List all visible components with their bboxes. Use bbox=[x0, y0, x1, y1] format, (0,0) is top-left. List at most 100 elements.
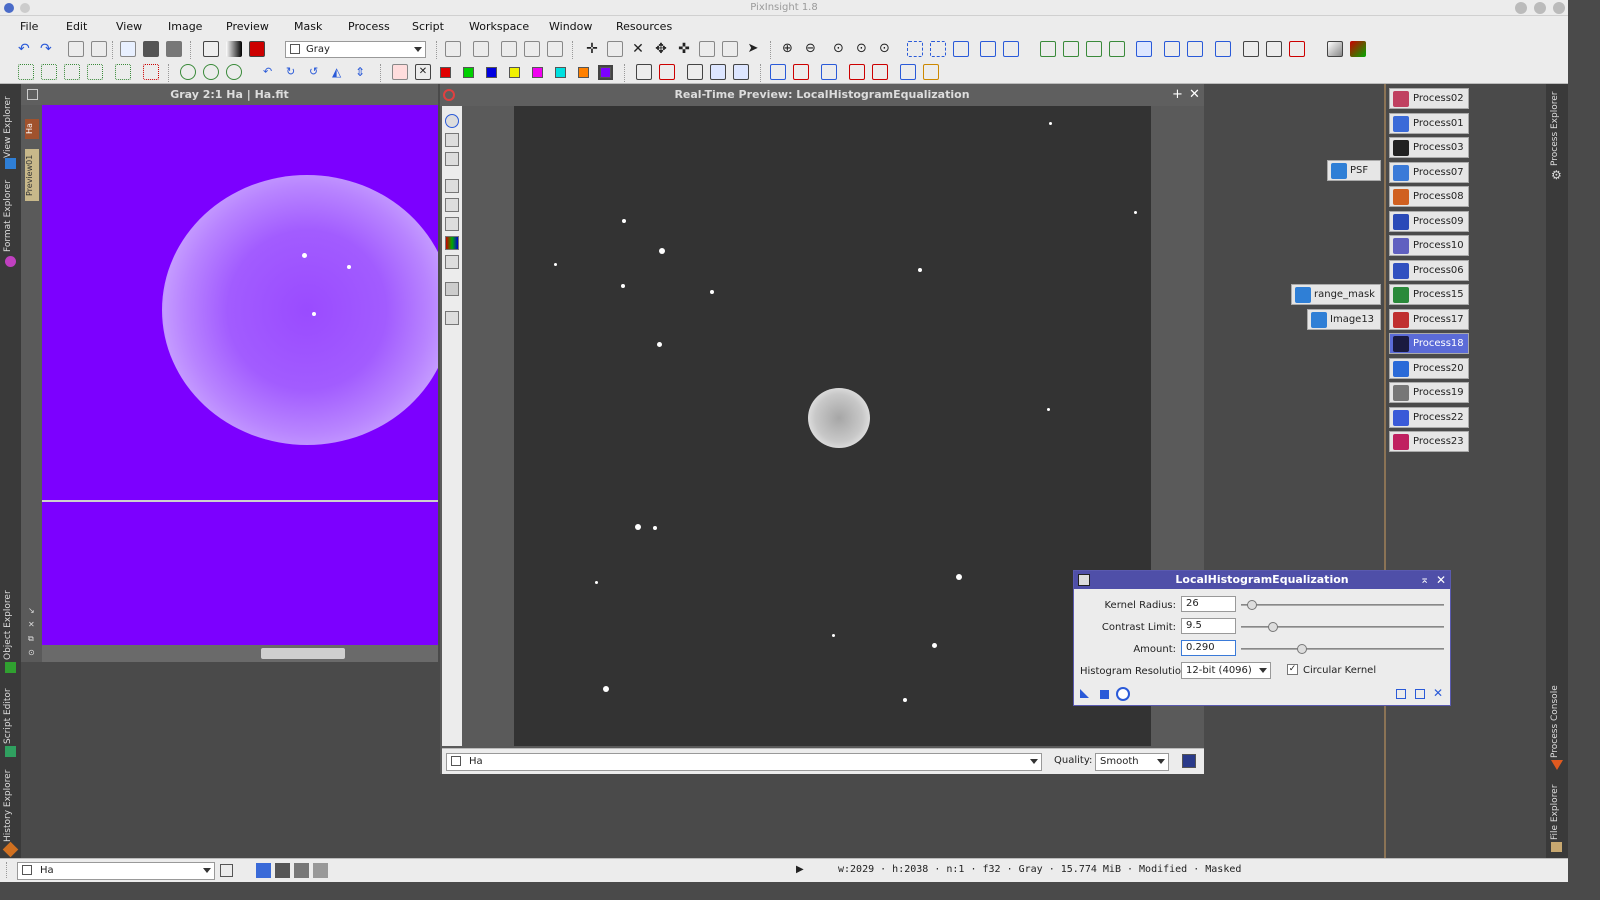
process-icon[interactable]: Process07 bbox=[1389, 161, 1469, 183]
tab-process-explorer[interactable]: Process Explorer bbox=[1550, 90, 1560, 166]
mask-2-icon[interactable] bbox=[710, 64, 726, 80]
tab-view-explorer[interactable]: View Explorer bbox=[3, 90, 18, 158]
process-icon[interactable]: Process18 bbox=[1389, 333, 1469, 354]
move-icon[interactable]: ✥ bbox=[653, 41, 669, 57]
process-icon[interactable]: Process10 bbox=[1389, 235, 1469, 256]
process-11-icon[interactable] bbox=[1289, 41, 1305, 57]
screen-4-icon[interactable] bbox=[849, 64, 865, 80]
fit-icon[interactable]: ✕ bbox=[28, 620, 35, 629]
tile-vertical-icon[interactable] bbox=[1003, 41, 1019, 57]
preview-settings-icon[interactable] bbox=[1182, 754, 1196, 768]
fit-window-icon[interactable] bbox=[907, 41, 923, 57]
menu-process[interactable]: Process bbox=[348, 20, 390, 33]
rotate-3-icon[interactable] bbox=[226, 64, 242, 80]
zoom-1-2-icon[interactable]: ⊙ bbox=[856, 41, 872, 57]
geom-4-icon[interactable] bbox=[87, 64, 103, 80]
zoom-2-1-icon[interactable]: ⊙ bbox=[879, 41, 895, 57]
menu-window[interactable]: Window bbox=[549, 20, 592, 33]
mask-show-icon[interactable] bbox=[636, 64, 652, 80]
zoom-tool-icon[interactable] bbox=[445, 133, 459, 147]
tile-horizontal-icon[interactable] bbox=[980, 41, 996, 57]
zoom-fit-icon[interactable] bbox=[607, 41, 623, 57]
process-icon[interactable]: Process06 bbox=[1389, 259, 1469, 281]
track-view-icon[interactable] bbox=[1415, 689, 1425, 699]
red-channel-swatch[interactable] bbox=[440, 67, 451, 78]
copy-icon[interactable]: ⧉ bbox=[28, 634, 34, 644]
process-icon[interactable]: Process02 bbox=[1389, 88, 1469, 109]
process-5-icon[interactable] bbox=[1136, 41, 1152, 57]
tab-preview01[interactable]: Preview01 bbox=[25, 149, 39, 201]
geom-3-icon[interactable] bbox=[64, 64, 80, 80]
zoom-out-icon[interactable]: ⊖ bbox=[805, 41, 821, 57]
violet-swatch[interactable] bbox=[598, 65, 613, 80]
scrollbar-thumb[interactable] bbox=[261, 648, 345, 659]
channel-g-icon[interactable] bbox=[445, 198, 459, 212]
apply-global-icon[interactable] bbox=[1100, 690, 1109, 699]
rotate-1-icon[interactable] bbox=[180, 64, 196, 80]
close-icon[interactable]: ✕ bbox=[1436, 573, 1446, 587]
proofing-icon[interactable] bbox=[1350, 41, 1366, 57]
image-window[interactable]: Gray 2:1 Ha | Ha.fit Ha Preview01 ↘ ✕ ⧉ … bbox=[21, 84, 438, 662]
tab-file-explorer[interactable]: File Explorer bbox=[1550, 784, 1560, 840]
preview-image[interactable] bbox=[514, 106, 1151, 746]
channel-b-icon[interactable] bbox=[445, 217, 459, 231]
shade-icon[interactable]: ⌅ bbox=[1420, 573, 1429, 586]
slider-knob[interactable] bbox=[1246, 600, 1257, 610]
rotate-2-icon[interactable] bbox=[203, 64, 219, 80]
preview-toggle-icon[interactable] bbox=[443, 89, 455, 101]
zoom-in-icon[interactable]: ⊕ bbox=[782, 41, 798, 57]
amount-slider[interactable] bbox=[1241, 644, 1444, 654]
view-mode-3-icon[interactable] bbox=[294, 863, 309, 878]
process-icon[interactable]: Process03 bbox=[1389, 137, 1469, 158]
menu-resources[interactable]: Resources bbox=[616, 20, 672, 33]
fit-tool-icon[interactable] bbox=[445, 152, 459, 166]
process-icon[interactable]: Process22 bbox=[1389, 406, 1469, 428]
blue-channel-swatch[interactable] bbox=[486, 67, 497, 78]
mirror-v-icon[interactable]: ⇕ bbox=[355, 64, 371, 80]
auto-stretch-icon[interactable] bbox=[226, 41, 242, 57]
process-icon[interactable]: Process01 bbox=[1389, 112, 1469, 134]
horizontal-scrollbar[interactable] bbox=[42, 645, 438, 662]
rotate-270-icon[interactable]: ↺ bbox=[309, 64, 325, 80]
undo-all-icon[interactable] bbox=[68, 41, 84, 57]
zoom-icon[interactable]: ↘ bbox=[28, 606, 35, 615]
dialog-menu-icon[interactable] bbox=[1078, 574, 1090, 586]
swap-icon[interactable] bbox=[547, 41, 563, 57]
process-icon[interactable]: Process15 bbox=[1389, 284, 1469, 305]
realtime-preview-toggle-icon[interactable] bbox=[1116, 687, 1130, 701]
rotate-90-icon[interactable]: ↶ bbox=[263, 64, 279, 80]
view-mode-4-icon[interactable] bbox=[313, 863, 328, 878]
channel-rgb-icon[interactable] bbox=[445, 236, 459, 250]
screen-1-icon[interactable] bbox=[770, 64, 786, 80]
slider-knob[interactable] bbox=[1268, 622, 1279, 632]
rotate-180-icon[interactable]: ↻ bbox=[286, 64, 302, 80]
quality-combo[interactable]: Smooth bbox=[1095, 753, 1169, 771]
color-manage-icon[interactable] bbox=[1327, 41, 1343, 57]
menu-workspace[interactable]: Workspace bbox=[469, 20, 529, 33]
desktop-icon-psf[interactable]: PSF bbox=[1327, 160, 1381, 181]
rgb-icon[interactable] bbox=[392, 64, 408, 80]
close-icon[interactable]: ✕ bbox=[1189, 87, 1200, 102]
screen-7-icon[interactable] bbox=[923, 64, 939, 80]
tab-format-explorer[interactable]: Format Explorer bbox=[3, 180, 18, 252]
reset-icon[interactable]: ✕ bbox=[1433, 686, 1443, 700]
mirror-h-icon[interactable]: ◭ bbox=[332, 64, 348, 80]
process-2-icon[interactable] bbox=[1063, 41, 1079, 57]
magenta-swatch[interactable] bbox=[532, 67, 543, 78]
amount-field[interactable]: 0.290 bbox=[1181, 640, 1236, 656]
mask-icon[interactable] bbox=[143, 41, 159, 57]
geom-1-icon[interactable] bbox=[18, 64, 34, 80]
green-channel-swatch[interactable] bbox=[463, 67, 474, 78]
menu-edit[interactable]: Edit bbox=[66, 20, 87, 33]
process-icon[interactable]: Process09 bbox=[1389, 210, 1469, 232]
kernel-radius-slider[interactable] bbox=[1241, 600, 1444, 610]
circular-kernel-checkbox[interactable]: ✓ bbox=[1287, 664, 1298, 675]
close-window-icon[interactable] bbox=[1553, 2, 1565, 14]
fit-image-icon[interactable] bbox=[930, 41, 946, 57]
geom-2-icon[interactable] bbox=[41, 64, 57, 80]
status-window-icon[interactable] bbox=[220, 864, 233, 877]
process-6-icon[interactable] bbox=[1164, 41, 1180, 57]
geom-5-icon[interactable] bbox=[115, 64, 131, 80]
channel-r-icon[interactable] bbox=[445, 179, 459, 193]
edit-preview-icon[interactable] bbox=[722, 41, 738, 57]
